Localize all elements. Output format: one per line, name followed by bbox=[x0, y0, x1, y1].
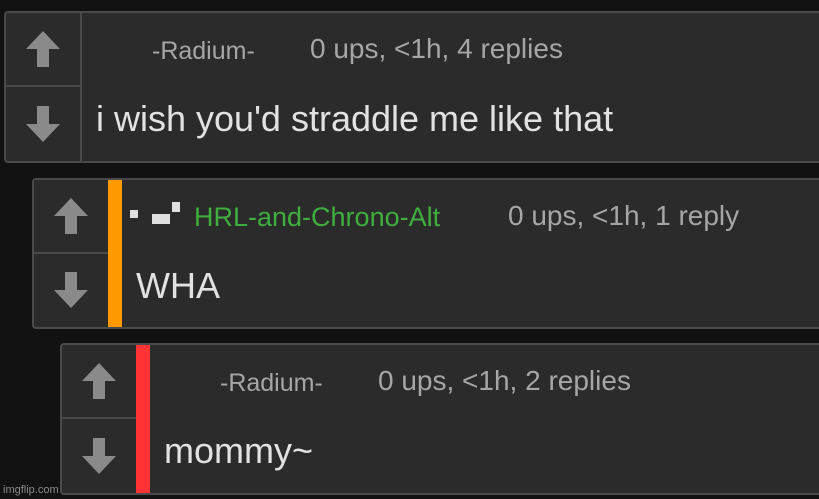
downvote-button[interactable] bbox=[62, 419, 136, 493]
comment-username[interactable]: HRL-and-Chrono-Alt bbox=[194, 202, 440, 233]
comment-text: mommy~ bbox=[164, 430, 314, 471]
comment: -Radium- 0 ups, <1h, 4 replies i wish yo… bbox=[4, 11, 819, 163]
comment-meta: 0 ups, <1h, 2 replies bbox=[378, 365, 631, 396]
arrow-down-icon bbox=[26, 106, 60, 142]
vote-column bbox=[34, 180, 110, 327]
upvote-button[interactable] bbox=[62, 345, 136, 419]
thread-stripe bbox=[108, 180, 122, 327]
downvote-button[interactable] bbox=[34, 254, 108, 328]
arrow-up-icon bbox=[54, 197, 88, 234]
pixel-badge-icon bbox=[130, 200, 180, 226]
upvote-button[interactable] bbox=[34, 180, 108, 254]
comment-username[interactable]: -Radium- bbox=[220, 369, 323, 398]
arrow-up-icon bbox=[26, 31, 60, 67]
comment-text: i wish you'd straddle me like that bbox=[96, 98, 614, 139]
arrow-down-icon bbox=[82, 438, 116, 474]
arrow-up-icon bbox=[82, 363, 116, 399]
thread-stripe bbox=[136, 345, 150, 493]
comment-username[interactable]: -Radium- bbox=[152, 37, 255, 66]
watermark: imgflip.com bbox=[3, 484, 59, 496]
upvote-button[interactable] bbox=[6, 13, 80, 87]
comment: -Radium- 0 ups, <1h, 2 replies mommy~ bbox=[60, 343, 819, 495]
arrow-down-icon bbox=[54, 272, 88, 309]
comment-meta: 0 ups, <1h, 4 replies bbox=[310, 33, 563, 64]
vote-column bbox=[62, 345, 138, 493]
comment: HRL-and-Chrono-Alt 0 ups, <1h, 1 reply W… bbox=[32, 178, 819, 329]
downvote-button[interactable] bbox=[6, 87, 80, 161]
comment-meta: 0 ups, <1h, 1 reply bbox=[508, 200, 740, 231]
comment-text: WHA bbox=[136, 265, 220, 306]
vote-column bbox=[6, 13, 82, 161]
